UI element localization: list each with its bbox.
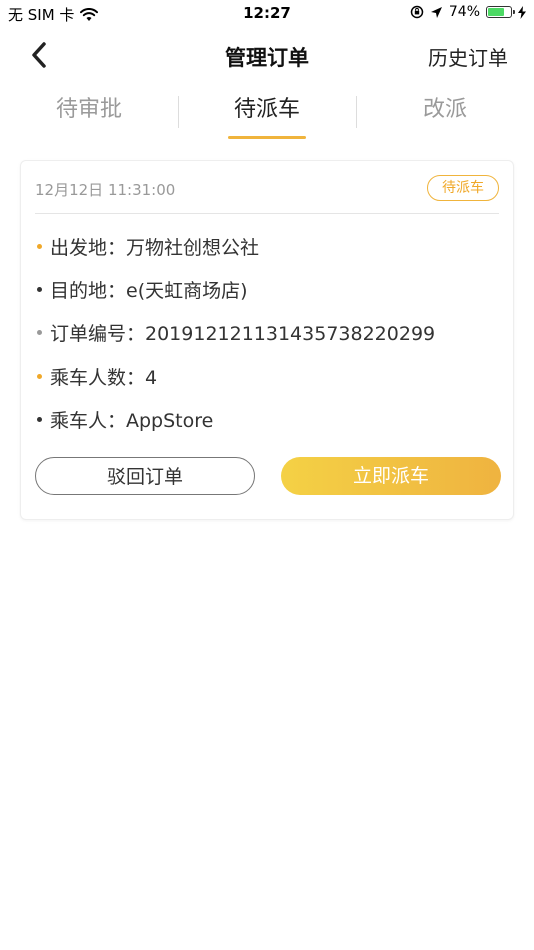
bullet: [37, 286, 42, 292]
active-tab-indicator: [228, 136, 306, 139]
tab-pending-approval[interactable]: 待审批: [14, 88, 164, 134]
charging-bolt-icon: [518, 5, 526, 19]
history-orders-link[interactable]: 历史订单: [428, 42, 508, 71]
destination-row: 目的地：e(天虹商场店): [37, 276, 248, 302]
bullet: [37, 416, 42, 422]
status-bar: 无 SIM 卡 12:27 74%: [0, 0, 534, 28]
departure-text: 出发地：万物社创想公社: [50, 236, 260, 259]
tab-divider: [356, 96, 357, 128]
passenger-text: 乘车人：AppStore: [50, 409, 214, 432]
navigation-bar: 管理订单 历史订单: [0, 30, 534, 80]
order-card[interactable]: 12月12日 11:31:00 待派车 出发地：万物社创想公社 目的地：e(天虹…: [20, 160, 514, 520]
bullet: [37, 329, 42, 335]
battery-tip: [513, 10, 515, 14]
status-right: 74%: [410, 4, 526, 20]
passenger-row: 乘车人：AppStore: [37, 406, 213, 432]
battery-percent: 74%: [448, 4, 480, 20]
location-arrow-icon: [430, 6, 442, 18]
card-header: 12月12日 11:31:00 待派车: [35, 175, 499, 214]
orientation-lock-icon: [410, 5, 424, 19]
departure-row: 出发地：万物社创想公社: [37, 233, 259, 259]
destination-text: 目的地：e(天虹商场店): [50, 279, 248, 302]
status-badge: 待派车: [427, 175, 499, 201]
reject-order-button[interactable]: 驳回订单: [35, 457, 255, 495]
order-time: 12月12日 11:31:00: [35, 181, 176, 199]
battery-fill: [488, 8, 504, 16]
order-number-row: 订单编号：20191212113143573822029​9: [37, 319, 435, 345]
battery-icon: [486, 6, 515, 18]
order-number-text: 订单编号：20191212113143573822029​9: [50, 322, 436, 345]
tab-pending-dispatch[interactable]: 待派车: [192, 88, 342, 134]
tab-divider: [178, 96, 179, 128]
order-tabs: 待审批 待派车 改派: [0, 88, 534, 144]
bullet: [37, 243, 42, 249]
bullet: [37, 373, 42, 379]
passenger-count-text: 乘车人数：4: [50, 366, 158, 389]
tab-reassign[interactable]: 改派: [370, 88, 520, 134]
passenger-count-row: 乘车人数：4: [37, 363, 157, 389]
dispatch-now-button[interactable]: 立即派车: [281, 457, 501, 495]
